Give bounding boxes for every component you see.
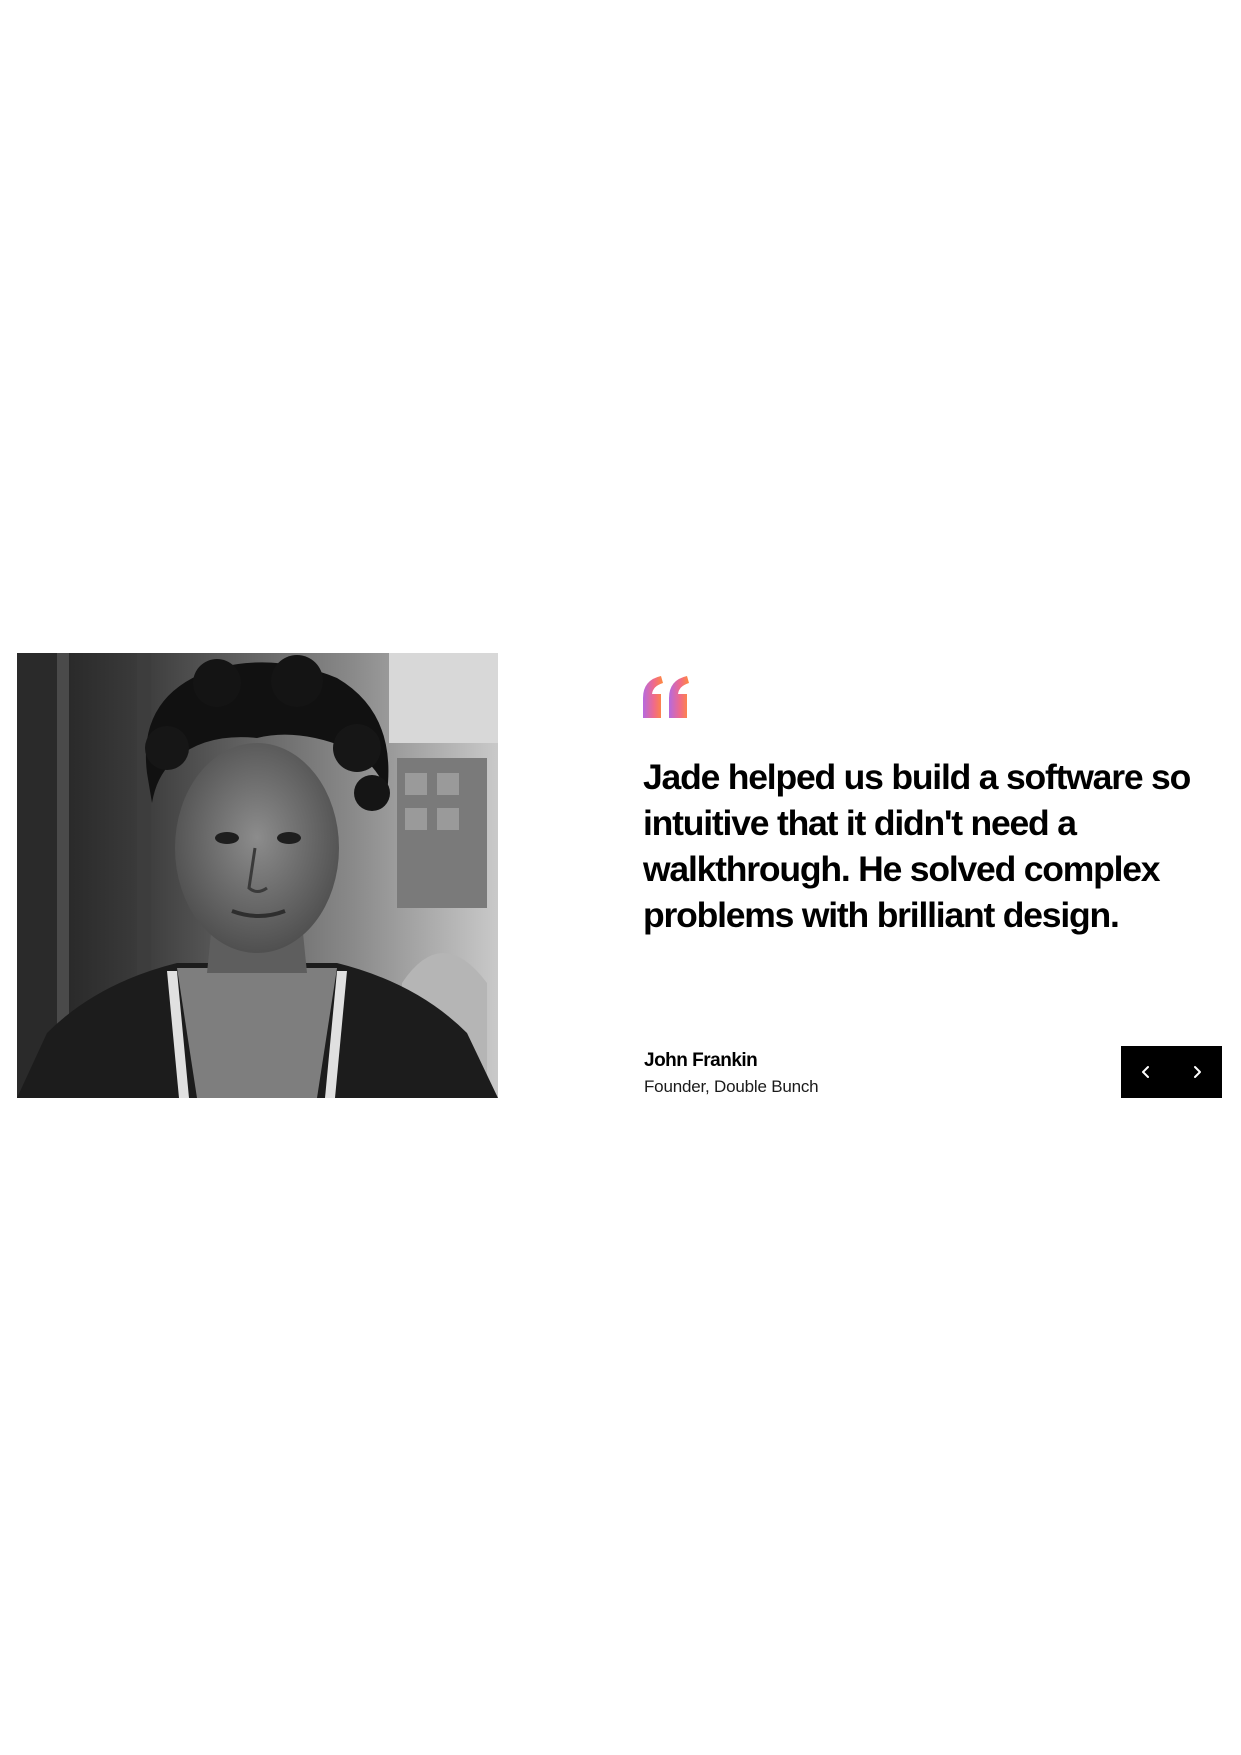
testimonial-navigation — [1121, 1046, 1222, 1098]
testimonial-quote: Jade helped us build a software so intui… — [643, 757, 1191, 935]
author-role: Founder, Double Bunch — [644, 1077, 819, 1096]
testimonial-section: Jade helped us build a software so intui… — [0, 0, 1241, 1755]
portrait-photo — [17, 653, 498, 1098]
chevron-left-icon — [1142, 1066, 1150, 1078]
testimonial-photo — [17, 653, 498, 1098]
quote-mark-icon — [643, 676, 689, 718]
next-button[interactable] — [1172, 1046, 1223, 1098]
previous-button[interactable] — [1121, 1046, 1172, 1098]
author-name: John Frankin — [644, 1050, 758, 1071]
chevron-right-icon — [1193, 1066, 1201, 1078]
